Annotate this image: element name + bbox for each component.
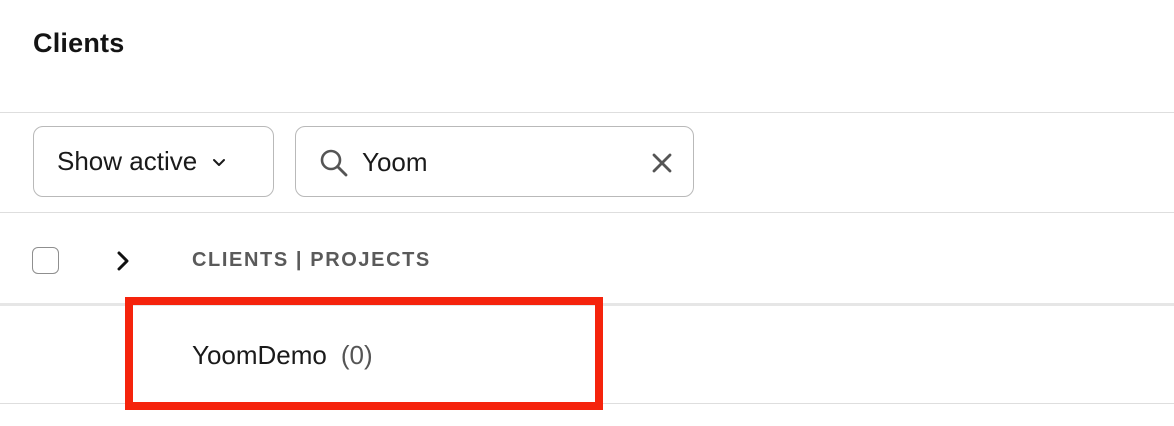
- client-row-yoomdemo[interactable]: YoomDemo (0): [192, 340, 373, 371]
- chevron-right-icon[interactable]: [113, 248, 135, 274]
- divider: [0, 112, 1174, 113]
- client-name: YoomDemo: [192, 340, 327, 370]
- column-header-clients-projects: CLIENTS | PROJECTS: [192, 249, 431, 271]
- divider: [0, 303, 1174, 306]
- project-count: (0): [340, 340, 373, 370]
- status-filter-label: Show active: [57, 146, 198, 176]
- divider: [0, 403, 1174, 404]
- divider: [0, 212, 1174, 213]
- close-icon[interactable]: [650, 151, 674, 175]
- clients-page: Clients Show active CLIE: [0, 0, 1174, 426]
- status-filter-select[interactable]: Show active: [33, 126, 274, 197]
- search-input[interactable]: [362, 141, 632, 183]
- select-all-checkbox[interactable]: [32, 247, 59, 274]
- page-title: Clients: [33, 28, 125, 58]
- search-box: [295, 126, 694, 197]
- chevron-down-icon: [211, 154, 227, 170]
- search-icon: [318, 147, 350, 179]
